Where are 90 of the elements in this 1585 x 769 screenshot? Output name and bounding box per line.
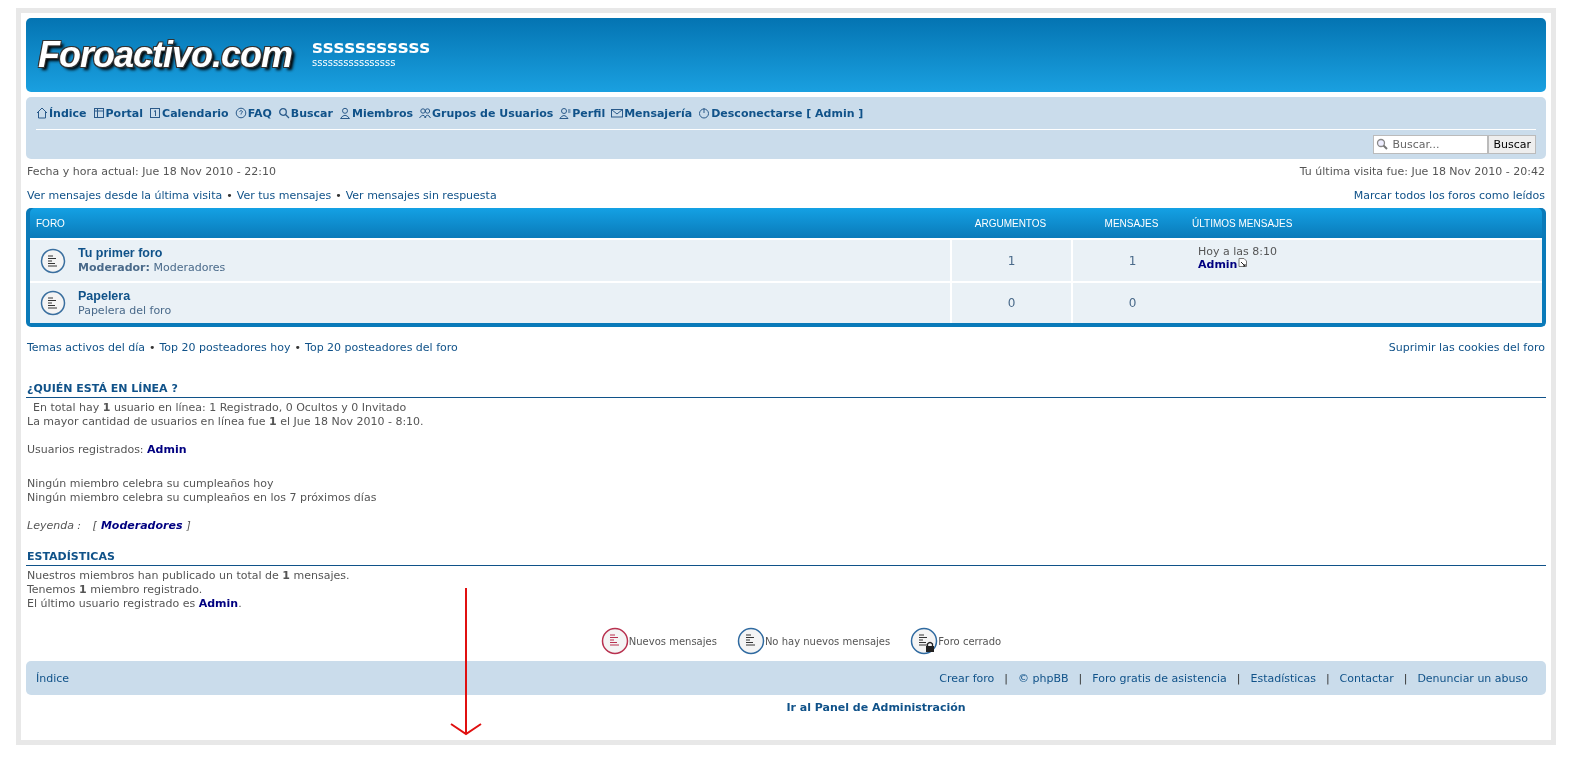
view-posts-link[interactable]: Ver mensajes desde la última visita xyxy=(27,189,223,202)
nav-link[interactable]: Desconectarse [ Admin ] xyxy=(698,106,864,120)
section-title: ESTADÍSTICAS xyxy=(26,550,1546,566)
nav-link[interactable]: Buscar xyxy=(277,106,333,120)
profile-icon xyxy=(559,107,572,119)
separator: | xyxy=(1078,671,1083,685)
footer-link[interactable]: Estadísticas xyxy=(1250,671,1316,685)
user-link[interactable]: Admin xyxy=(147,443,187,456)
forum-title-link[interactable]: Tu primer foro xyxy=(78,246,163,261)
footer-link[interactable]: Crear foro xyxy=(939,671,995,685)
registered-users-label: Usuarios registrados: xyxy=(27,443,144,456)
group-icon xyxy=(419,107,431,119)
separator-dot: • xyxy=(226,189,233,202)
admin-panel-link[interactable]: Ir al Panel de Administración xyxy=(786,701,966,714)
nav-link[interactable]: Portal xyxy=(92,106,144,120)
section-title: ¿QUIÉN ESTÁ EN LÍNEA ? xyxy=(26,382,1546,398)
forum-description: Moderador: Moderadores xyxy=(78,261,226,275)
forum-description: Papelera del foro xyxy=(78,303,172,318)
column-header: FORO xyxy=(35,217,65,229)
search-icon xyxy=(277,107,290,119)
nav-link[interactable]: Grupos de Usuarios xyxy=(419,106,554,120)
legend-label: Foro cerrado xyxy=(938,635,1002,647)
legend-label: Leyenda : xyxy=(27,519,82,533)
table-cell: 0 xyxy=(1071,283,1192,323)
footer-link[interactable]: Foro gratis de asistencia xyxy=(1092,671,1227,685)
nav-link[interactable]: Calendario xyxy=(149,106,229,120)
search-icon xyxy=(1376,138,1389,150)
group-link[interactable]: Moderadores xyxy=(100,519,183,533)
forum-locked-icon xyxy=(910,627,939,655)
legend-label: No hay nuevos mensajes xyxy=(764,635,891,647)
user-icon xyxy=(338,107,351,119)
forum-read-icon xyxy=(40,290,66,316)
nav-link[interactable]: Miembros xyxy=(338,106,413,120)
separator: | xyxy=(1325,671,1330,685)
last-post-time: Hoy a las 8:10 xyxy=(1198,245,1277,258)
forum-logo[interactable]: Foroactivo.com xyxy=(38,34,293,76)
site-title: sssssssssss xyxy=(312,37,430,57)
forum-stats-link[interactable]: Top 20 posteadores del foro xyxy=(305,341,458,354)
mark-read-link[interactable]: Marcar todos los foros como leídos xyxy=(1353,189,1545,202)
bracket: ] xyxy=(186,519,191,533)
nav-link[interactable]: Perfil xyxy=(559,106,606,120)
separator-dot: • xyxy=(335,189,342,202)
forum-stats-link[interactable]: Temas activos del día xyxy=(27,341,145,354)
statistics-text: El último usuario registrado es xyxy=(27,597,196,610)
search-field[interactable]: Buscar... xyxy=(1373,135,1489,154)
column-header: ARGUMENTOS xyxy=(974,217,1047,229)
forum-title-link[interactable]: Papelera xyxy=(78,288,131,304)
forum-stats-link[interactable]: Top 20 posteadores hoy xyxy=(159,341,291,354)
user-link[interactable]: Admin xyxy=(1198,258,1238,271)
last-visit: Tu última visita fue: Jue 18 Nov 2010 - 20:42 xyxy=(1299,165,1545,178)
separator: | xyxy=(1236,671,1241,685)
view-posts-link[interactable]: Ver tus mensajes xyxy=(236,189,332,202)
forum-read-icon xyxy=(736,627,765,655)
faq-icon xyxy=(234,107,247,119)
period: . xyxy=(238,597,242,610)
bracket: [ xyxy=(92,519,97,533)
separator-dot: • xyxy=(149,341,156,354)
footer-link[interactable]: Contactar xyxy=(1339,671,1394,685)
online-info-text: En total hay 1 usuario en línea: 1 Registrado, 0 Ocultos y 0 Invitado xyxy=(32,401,407,415)
home-icon xyxy=(36,107,48,119)
index-link[interactable]: Índice xyxy=(36,671,70,685)
statistics-text: Tenemos 1 miembro registrado. xyxy=(27,583,203,597)
birthday-text: Ningún miembro celebra su cumpleaños hoy xyxy=(27,477,274,491)
table-cell: 0 xyxy=(950,283,1071,323)
legend-label: Nuevos mensajes xyxy=(628,635,717,647)
nav-link[interactable]: FAQ xyxy=(234,106,272,120)
separator-dot: • xyxy=(294,341,302,354)
search-button[interactable]: Buscar xyxy=(1488,135,1536,154)
delete-cookies-link[interactable]: Suprimir las cookies del foro xyxy=(1388,341,1545,354)
forum-read-icon xyxy=(40,247,66,274)
birthday-text: Ningún miembro celebra su cumpleaños en los 7 próximos días xyxy=(27,491,377,505)
view-posts-link[interactable]: Ver mensajes sin respuesta xyxy=(345,189,497,202)
mail-icon xyxy=(611,107,624,119)
go-to-post-icon[interactable] xyxy=(1238,258,1248,267)
nav-link[interactable]: Índice xyxy=(36,106,87,120)
portal-icon xyxy=(92,107,105,119)
power-icon xyxy=(698,107,711,119)
footer-link[interactable]: Denunciar un abuso xyxy=(1417,671,1528,685)
separator: | xyxy=(1004,671,1009,685)
online-info-text: La mayor cantidad de usuarios en línea fue 1 el Jue 18 Nov 2010 - 8:10. xyxy=(27,415,424,429)
footer-link[interactable]: © phpBB xyxy=(1018,671,1069,685)
nav-link[interactable]: Mensajería xyxy=(611,106,693,120)
column-header: MENSAJES xyxy=(1104,217,1159,229)
column-header: ÚLTIMOS MENSAJES xyxy=(1192,217,1293,229)
current-time: Fecha y hora actual: Jue 18 Nov 2010 - 22:10 xyxy=(27,165,276,178)
cal-icon xyxy=(149,107,162,119)
forum-new-icon xyxy=(600,627,629,655)
statistics-text: Nuestros miembros han publicado un total de 1 mensajes. xyxy=(27,569,350,583)
site-description: ssssssssssssssss xyxy=(312,57,397,69)
separator: | xyxy=(1403,671,1408,685)
